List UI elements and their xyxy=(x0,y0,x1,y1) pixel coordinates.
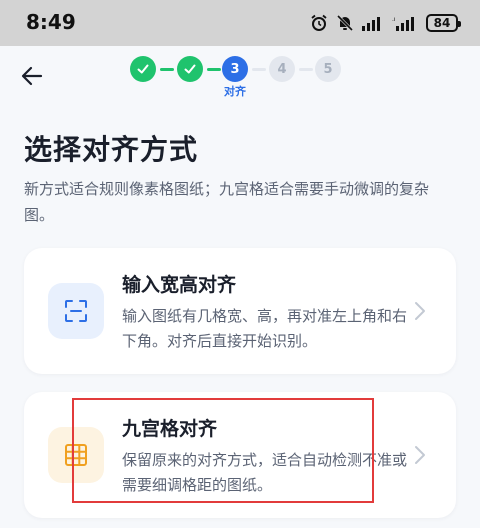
step-number: 5 xyxy=(323,61,333,77)
page-subtitle: 新方式适合规则像素格图纸；九宫格适合需要手动微调的复杂图。 xyxy=(24,180,430,224)
grid-icon xyxy=(65,444,87,466)
battery-level: 84 xyxy=(433,16,451,30)
option-card-grid-align[interactable]: 九宫格对齐 保留原来的对齐方式，适合自动检测不准或需要细调格距的图纸。 xyxy=(24,392,456,518)
page-title: 选择对齐方式 xyxy=(24,133,199,166)
step-4-pending: 4 xyxy=(269,56,295,82)
check-icon xyxy=(184,64,196,74)
progress-stepper: 3 对齐 4 5 xyxy=(130,56,342,98)
step-number: 4 xyxy=(277,61,287,77)
option-icon-box xyxy=(48,427,104,483)
back-button[interactable] xyxy=(14,60,50,92)
scan-frame-icon xyxy=(65,300,87,322)
signal-icon xyxy=(362,17,380,31)
step-connector xyxy=(160,68,174,71)
step-5-pending: 5 xyxy=(315,56,341,82)
alarm-icon xyxy=(311,14,327,31)
status-time: 8:49 xyxy=(26,10,76,34)
option-title: 输入宽高对齐 xyxy=(122,274,237,296)
step-current-label: 对齐 xyxy=(224,85,246,98)
step-connector xyxy=(299,68,313,71)
status-icons: .ı 84 xyxy=(310,13,461,33)
battery-indicator: 84 xyxy=(426,14,461,32)
status-bar: 8:49 .ı 84 xyxy=(0,0,480,46)
signal-icon-2: .ı xyxy=(392,16,414,31)
step-number: 3 xyxy=(230,61,240,77)
option-title: 九宫格对齐 xyxy=(122,418,218,440)
svg-text:.ı: .ı xyxy=(392,16,396,23)
option-icon-box xyxy=(48,283,104,339)
option-description: 输入图纸有几格宽、高，再对准左上角和右下角。对齐后直接开始识别。 xyxy=(122,307,408,350)
chevron-right-icon xyxy=(415,446,425,464)
arrow-left-icon xyxy=(21,66,43,86)
step-connector xyxy=(252,68,266,71)
option-description: 保留原来的对齐方式，适合自动检测不准或需要细调格距的图纸。 xyxy=(122,451,408,494)
chevron-right-icon xyxy=(415,302,425,320)
step-3-current: 3 xyxy=(222,56,248,82)
check-icon xyxy=(137,64,149,74)
step-2-done xyxy=(177,56,203,82)
step-1-done xyxy=(130,56,156,82)
mute-bell-icon xyxy=(336,14,354,32)
step-connector xyxy=(207,68,221,71)
option-card-size-align[interactable]: 输入宽高对齐 输入图纸有几格宽、高，再对准左上角和右下角。对齐后直接开始识别。 xyxy=(24,248,456,374)
